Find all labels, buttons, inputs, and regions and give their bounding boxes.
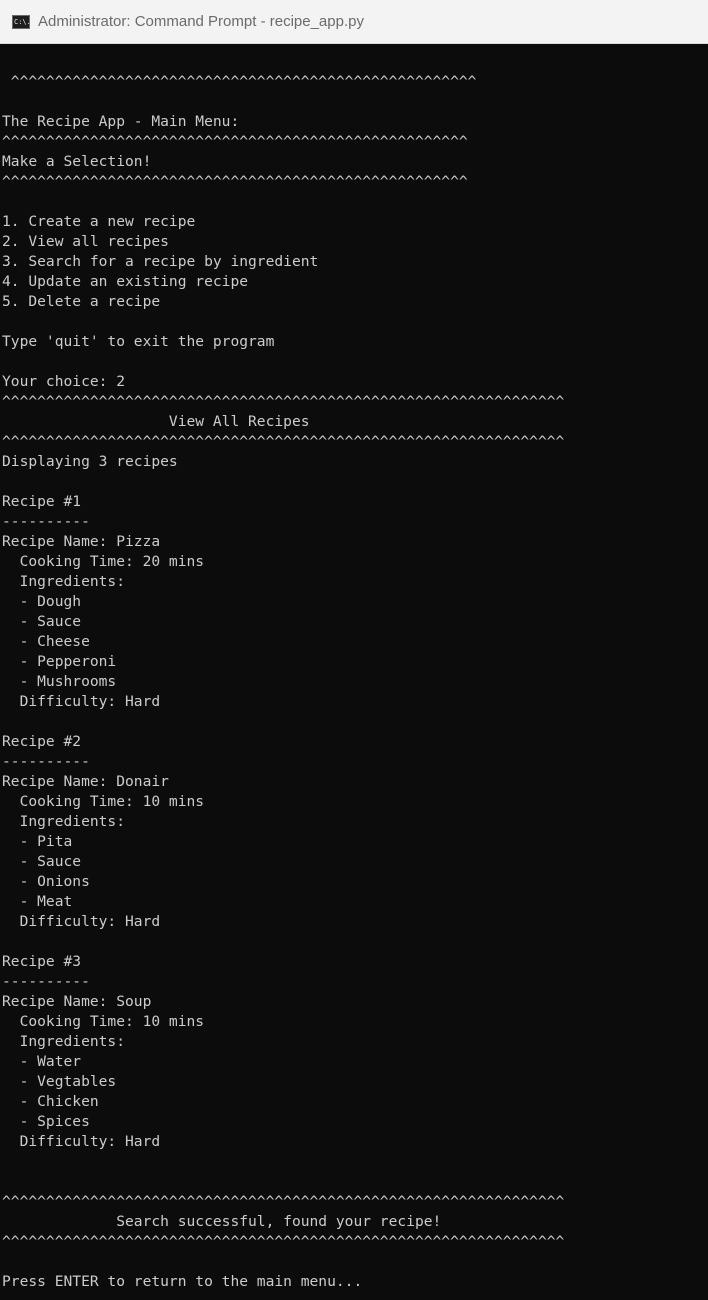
command-prompt-window: C:\. Administrator: Command Prompt - rec… [0, 0, 708, 1300]
console-line: Ingredients: [2, 1033, 126, 1050]
console-line: Difficulty: Hard [2, 1133, 161, 1150]
console-line: Cooking Time: 10 mins [2, 793, 205, 810]
console-line: Cooking Time: 20 mins [2, 553, 205, 570]
console-line: Difficulty: Hard [2, 693, 161, 710]
console-line: The Recipe App - Main Menu: [2, 113, 240, 130]
console-line: Recipe Name: Donair [2, 773, 169, 790]
console-line: - Chicken [2, 1093, 99, 1110]
console-line: Cooking Time: 10 mins [2, 1013, 205, 1030]
console-line: - Vegtables [2, 1073, 117, 1090]
console-line: Your choice: 2 [2, 373, 126, 390]
console-line: 1. Create a new recipe [2, 213, 196, 230]
console-line: Make a Selection! [2, 153, 152, 170]
console-line: Recipe Name: Pizza [2, 533, 161, 550]
console-line: - Water [2, 1053, 82, 1070]
title-bar[interactable]: C:\. Administrator: Command Prompt - rec… [0, 0, 708, 44]
console-line: ^^^^^^^^^^^^^^^^^^^^^^^^^^^^^^^^^^^^^^^^… [2, 133, 468, 150]
console-line: Press ENTER to return to the main menu..… [2, 1273, 363, 1290]
console-line: 4. Update an existing recipe [2, 273, 249, 290]
console-line: - Pita [2, 833, 73, 850]
console-output[interactable]: ^^^^^^^^^^^^^^^^^^^^^^^^^^^^^^^^^^^^^^^^… [2, 52, 706, 1292]
console-line: - Mushrooms [2, 673, 117, 690]
window-title: Administrator: Command Prompt - recipe_a… [38, 13, 364, 30]
console-line: 5. Delete a recipe [2, 293, 161, 310]
console-line: View All Recipes [2, 413, 310, 430]
console-line: - Sauce [2, 853, 82, 870]
console-line: Ingredients: [2, 813, 126, 830]
console-line: - Onions [2, 873, 90, 890]
console-line: ---------- [2, 753, 90, 770]
console-line: ^^^^^^^^^^^^^^^^^^^^^^^^^^^^^^^^^^^^^^^^… [2, 1193, 565, 1210]
console-line: ^^^^^^^^^^^^^^^^^^^^^^^^^^^^^^^^^^^^^^^^… [2, 433, 565, 450]
console-line: - Dough [2, 593, 82, 610]
console-line: 3. Search for a recipe by ingredient [2, 253, 319, 270]
console-line: ^^^^^^^^^^^^^^^^^^^^^^^^^^^^^^^^^^^^^^^^… [2, 1233, 565, 1250]
console-line: Ingredients: [2, 573, 126, 590]
console-line: Recipe #2 [2, 733, 82, 750]
console-line: Type 'quit' to exit the program [2, 333, 275, 350]
console-line: ---------- [2, 513, 90, 530]
console-line: Recipe #3 [2, 953, 82, 970]
cmd-icon: C:\. [12, 14, 30, 29]
console-line: - Meat [2, 893, 73, 910]
console-line: - Cheese [2, 633, 90, 650]
console-line: - Pepperoni [2, 653, 117, 670]
console-line: ^^^^^^^^^^^^^^^^^^^^^^^^^^^^^^^^^^^^^^^^… [2, 393, 565, 410]
console-line: 2. View all recipes [2, 233, 169, 250]
console-line: Difficulty: Hard [2, 913, 161, 930]
console-line: ^^^^^^^^^^^^^^^^^^^^^^^^^^^^^^^^^^^^^^^^… [2, 73, 477, 90]
console-line: Recipe #1 [2, 493, 82, 510]
console-line: ---------- [2, 973, 90, 990]
console-line: - Sauce [2, 613, 82, 630]
console-line: Recipe Name: Soup [2, 993, 152, 1010]
console-line: Displaying 3 recipes [2, 453, 178, 470]
console-line: ^^^^^^^^^^^^^^^^^^^^^^^^^^^^^^^^^^^^^^^^… [2, 173, 468, 190]
console-line: Search successful, found your recipe! [2, 1213, 442, 1230]
console-line: - Spices [2, 1113, 90, 1130]
